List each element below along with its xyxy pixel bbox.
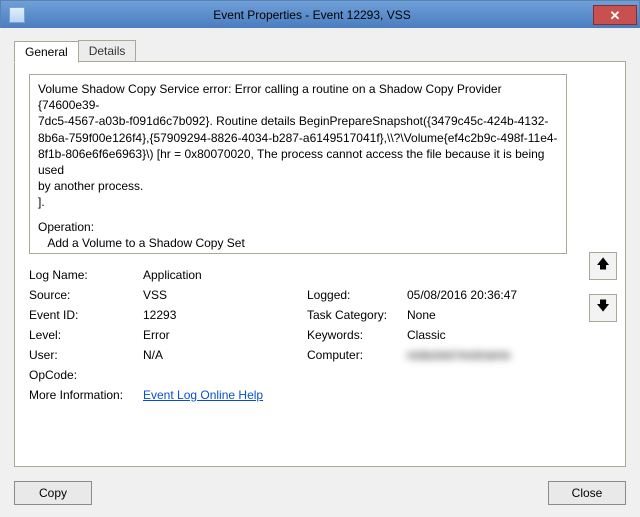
label-source: Source: [29, 288, 139, 302]
general-panel: Volume Shadow Copy Service error: Error … [14, 61, 626, 467]
window-close-button[interactable]: ✕ [593, 5, 637, 25]
close-icon: ✕ [610, 9, 621, 22]
label-opcode: OpCode: [29, 368, 139, 382]
value-logged: 05/08/2016 20:36:47 [407, 288, 567, 302]
label-level: Level: [29, 328, 139, 342]
label-eventid: Event ID: [29, 308, 139, 322]
tab-label: Details [89, 44, 126, 58]
desc-line: 8b6a-759f00e126f4},{57909294-8826-4034-b… [38, 130, 558, 146]
label-logged: Logged: [307, 288, 403, 302]
value-level: Error [143, 328, 303, 342]
next-event-button[interactable]: 🡇 [589, 294, 617, 322]
value-computer: redacted-hostname [407, 348, 567, 362]
button-label: Copy [39, 486, 67, 500]
label-keywords: Keywords: [307, 328, 403, 342]
value-source: VSS [143, 288, 303, 302]
prev-event-button[interactable]: 🡅 [589, 252, 617, 280]
desc-op-heading: Operation: [38, 219, 558, 235]
close-button[interactable]: Close [548, 481, 626, 505]
arrow-up-icon: 🡅 [596, 255, 609, 277]
value-eventid: 12293 [143, 308, 303, 322]
tab-details[interactable]: Details [78, 40, 137, 62]
desc-line: Volume Shadow Copy Service error: Error … [38, 81, 558, 113]
button-label: Close [572, 486, 603, 500]
desc-line: 8f1b-806e6f6e6963}\) [hr = 0x80070020, T… [38, 146, 558, 178]
value-taskcat: None [407, 308, 567, 322]
value-opcode [143, 368, 567, 382]
desc-line: by another process. [38, 178, 558, 194]
desc-line: 7dc5-4567-a03b-f091d6c7b092}. Routine de… [38, 113, 558, 129]
title-bar: Event Properties - Event 12293, VSS ✕ [1, 1, 639, 29]
dialog-buttons: Copy Close [14, 481, 626, 505]
label-computer: Computer: [307, 348, 403, 362]
tab-general[interactable]: General [14, 41, 79, 63]
value-logname: Application [143, 268, 567, 282]
properties-grid: Log Name: Application Source: VSS Logged… [29, 268, 567, 402]
desc-op-value: Add a Volume to a Shadow Copy Set [38, 235, 558, 251]
client-area: General Details Volume Shadow Copy Servi… [0, 28, 640, 517]
arrow-down-icon: 🡇 [596, 297, 609, 319]
value-user: N/A [143, 348, 303, 362]
online-help-link[interactable]: Event Log Online Help [143, 388, 263, 402]
label-user: User: [29, 348, 139, 362]
event-description[interactable]: Volume Shadow Copy Service error: Error … [29, 74, 567, 254]
window-title: Event Properties - Event 12293, VSS [31, 8, 593, 22]
nav-buttons: 🡅 🡇 [589, 252, 617, 336]
label-logname: Log Name: [29, 268, 139, 282]
window-app-icon [9, 7, 25, 23]
tab-strip: General Details [14, 40, 626, 62]
desc-line: ]. [38, 194, 558, 210]
tab-label: General [25, 45, 68, 59]
label-taskcat: Task Category: [307, 308, 403, 322]
copy-button[interactable]: Copy [14, 481, 92, 505]
value-keywords: Classic [407, 328, 567, 342]
label-moreinfo: More Information: [29, 388, 139, 402]
